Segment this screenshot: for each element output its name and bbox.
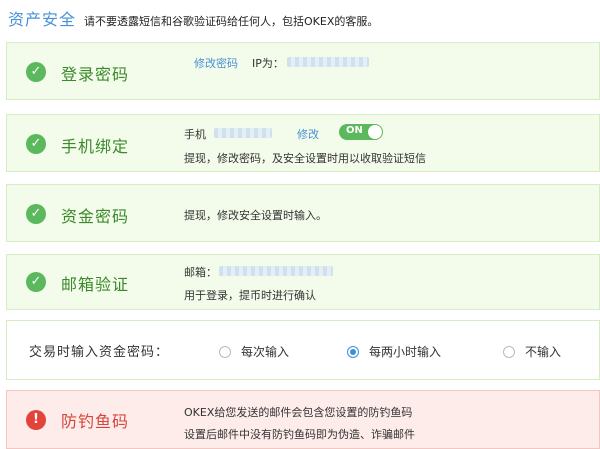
email-description: 用于登录，提币时进行确认 — [184, 289, 316, 302]
email-masked-value — [219, 266, 333, 276]
trade-password-label: 交易时输入资金密码： — [29, 345, 170, 360]
email-label: 邮箱： — [184, 266, 217, 279]
login-password-label: 登录密码 — [61, 65, 130, 84]
check-circle-icon: ✓ — [26, 204, 46, 224]
sms-toggle[interactable]: ON — [339, 124, 383, 140]
toggle-knob — [368, 125, 382, 139]
change-password-link[interactable]: 修改密码 — [194, 55, 238, 71]
radio-every-time-label: 每次输入 — [241, 345, 290, 359]
radio-every-time[interactable]: 每次输入 — [219, 343, 289, 360]
fund-password-card: ✓ 资金密码 提现，修改安全设置时输入。 — [6, 184, 600, 242]
fund-password-label: 资金密码 — [61, 207, 130, 226]
check-circle-icon: ✓ — [26, 272, 46, 292]
check-circle-icon: ✓ — [26, 134, 46, 154]
email-verification-label: 邮箱验证 — [61, 275, 130, 294]
fund-description: 提现，修改安全设置时输入。 — [184, 209, 327, 222]
trade-password-setting: 交易时输入资金密码： 每次输入 每两小时输入 不输入 — [6, 320, 600, 380]
security-warning: 请不要透露短信和谷歌验证码给任何人，包括OKEX的客服。 — [84, 15, 379, 28]
anti-phishing-card[interactable]: ! 防钓鱼码 OKEX给您发送的邮件会包含您设置的防钓鱼码 设置后邮件中没有防钓… — [6, 390, 600, 449]
page-header: 资产安全 请不要透露短信和谷歌验证码给任何人，包括OKEX的客服。 — [8, 6, 378, 32]
radio-every-two-hours-label: 每两小时输入 — [369, 345, 442, 359]
toggle-on-label: ON — [346, 125, 363, 136]
radio-every-time-dot[interactable] — [219, 345, 231, 358]
radio-never[interactable]: 不输入 — [503, 343, 561, 360]
ip-masked-value — [287, 57, 369, 67]
radio-never-label: 不输入 — [525, 345, 562, 359]
radio-every-two-hours[interactable]: 每两小时输入 — [347, 343, 441, 360]
phone-description: 提现，修改密码，及安全设置时用以收取验证短信 — [184, 152, 426, 165]
phone-masked-value — [214, 128, 272, 138]
phone-label: 手机 — [184, 128, 206, 141]
check-circle-icon: ✓ — [26, 62, 46, 82]
radio-every-two-hours-dot[interactable] — [347, 345, 359, 358]
anti-phishing-line2: 设置后邮件中没有防钓鱼码即为伪造、诈骗邮件 — [184, 428, 415, 441]
exclamation-circle-icon: ! — [26, 410, 46, 430]
phone-binding-card: ✓ 手机绑定 手机 修改 ON 提现，修改密码，及安全设置时用以收取验证短信 — [6, 114, 600, 172]
login-password-card: ✓ 登录密码 修改密码 IP为： — [6, 42, 600, 100]
phone-binding-label: 手机绑定 — [61, 137, 130, 156]
edit-phone-link[interactable]: 修改 — [297, 126, 319, 142]
anti-phishing-label: 防钓鱼码 — [61, 412, 130, 431]
email-verification-card: ✓ 邮箱验证 邮箱： 用于登录，提币时进行确认 — [6, 254, 600, 310]
anti-phishing-line1: OKEX给您发送的邮件会包含您设置的防钓鱼码 — [184, 406, 413, 419]
radio-never-dot[interactable] — [503, 345, 515, 358]
page-title: 资产安全 — [8, 10, 77, 29]
ip-label: IP为： — [252, 57, 284, 70]
